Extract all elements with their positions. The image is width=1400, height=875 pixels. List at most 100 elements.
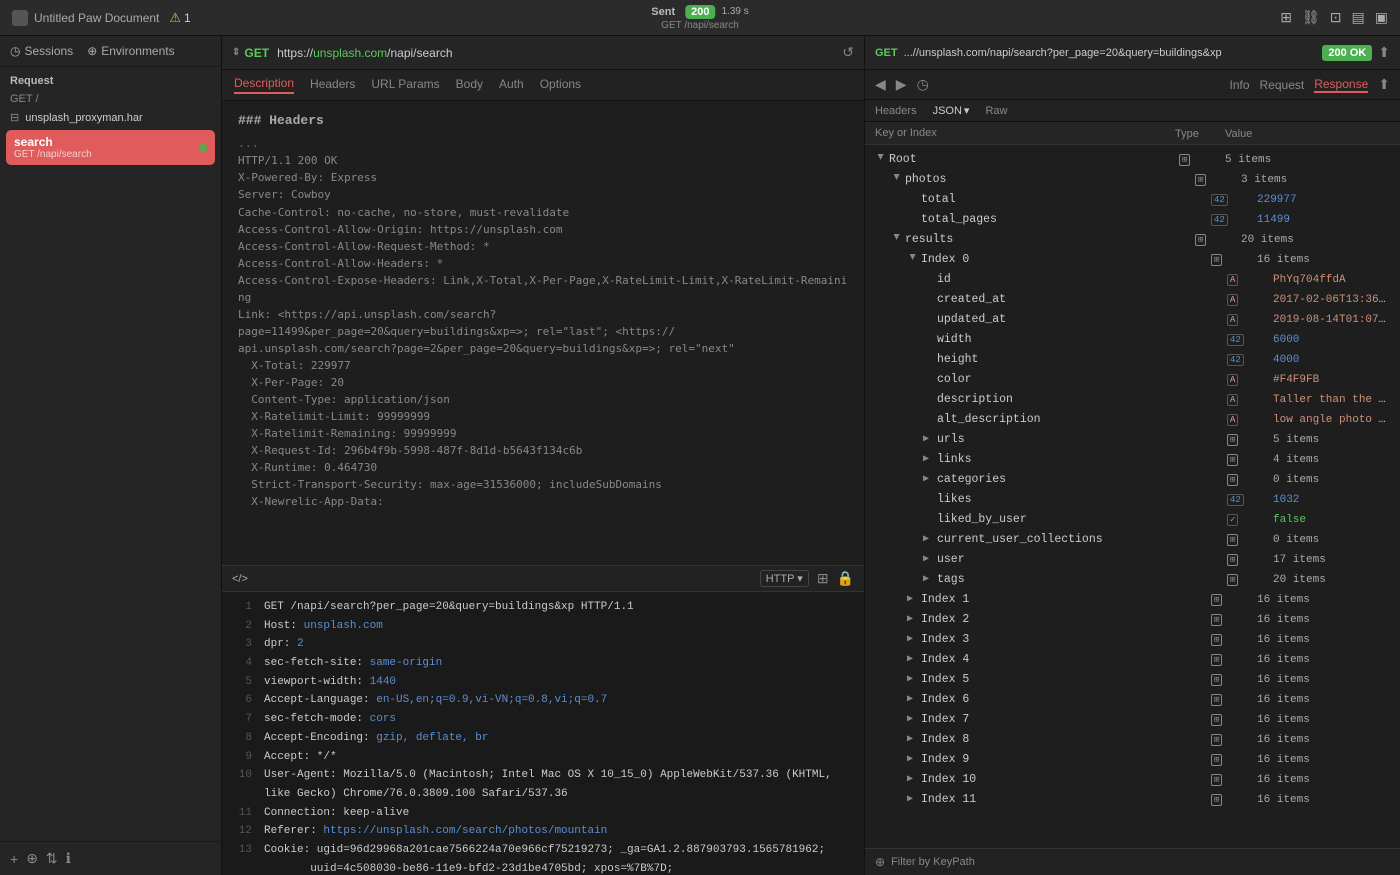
tree-row-total-pages: total_pages 42 11499 (865, 209, 1400, 229)
type-tags: ⊞ (1227, 574, 1238, 586)
type-index4: ⊞ (1211, 654, 1222, 666)
col-header-key: Key or Index (875, 127, 937, 139)
response-export-icon[interactable]: ⬆ (1378, 76, 1390, 93)
tree-row-index4[interactable]: ▶ Index 4 ⊞ 16 items (865, 649, 1400, 669)
val-photos: 3 items (1241, 174, 1287, 186)
tree-row-cuc[interactable]: ▶ current_user_collections ⊞ 0 items (865, 529, 1400, 549)
nav-prev-arrow[interactable]: ◀ (875, 76, 886, 93)
arrow-index0: ▶ (907, 254, 918, 264)
tab-headers[interactable]: Headers (310, 77, 355, 93)
type-urls: ⊞ (1227, 434, 1238, 446)
tree-row-index6[interactable]: ▶ Index 6 ⊞ 16 items (865, 689, 1400, 709)
export-icon[interactable]: ⬆ (1378, 44, 1390, 61)
tree-row-user[interactable]: ▶ user ⊞ 17 items (865, 549, 1400, 569)
sidebar-file-item[interactable]: ⊟ unsplash_proxyman.har (0, 107, 221, 128)
tree-row-index10[interactable]: ▶ Index 10 ⊞ 16 items (865, 769, 1400, 789)
tree-row-index7[interactable]: ▶ Index 7 ⊞ 16 items (865, 709, 1400, 729)
request-content-area: ### Headers ... HTTP/1.1 200 OK X-Powere… (222, 101, 864, 565)
tab-options[interactable]: Options (540, 77, 581, 93)
environments-tab[interactable]: ⊕ Environments (87, 44, 174, 58)
type-user: ⊞ (1227, 554, 1238, 566)
key-index5: Index 5 (921, 673, 969, 686)
panel-left-icon[interactable]: ▤ (1352, 9, 1365, 26)
arrow-index8: ▶ (907, 733, 917, 745)
tree-row-index11[interactable]: ▶ Index 11 ⊞ 16 items (865, 789, 1400, 809)
nav-tab-request[interactable]: Request (1260, 78, 1305, 92)
sub-tab-headers[interactable]: Headers (875, 105, 917, 117)
filter-label[interactable]: Filter by KeyPath (891, 856, 975, 868)
tree-row-index1[interactable]: ▶ Index 1 ⊞ 16 items (865, 589, 1400, 609)
layout-icon[interactable]: ⊡ (1330, 9, 1342, 26)
right-panel: GET ...//unsplash.com/napi/search?per_pa… (865, 36, 1400, 875)
type-index11: ⊞ (1211, 794, 1222, 806)
filter-bar: ⊕ Filter by KeyPath (865, 848, 1400, 875)
add-group-icon[interactable]: ⊕ (26, 850, 38, 867)
sub-tab-raw[interactable]: Raw (985, 105, 1007, 117)
key-urls: urls (937, 433, 965, 446)
tree-row-urls[interactable]: ▶ urls ⊞ 5 items (865, 429, 1400, 449)
tree-row-index0[interactable]: ▶ Index 0 ⊞ 16 items (865, 249, 1400, 269)
val-results: 20 items (1241, 234, 1294, 246)
key-root: Root (889, 153, 917, 166)
sort-icon[interactable]: ⇅ (46, 850, 58, 867)
json-badge[interactable]: JSON ▾ (933, 104, 970, 117)
nav-tab-response[interactable]: Response (1314, 77, 1368, 93)
nav-next-arrow[interactable]: ▶ (896, 76, 907, 93)
arrow-photos: ▶ (891, 174, 902, 184)
refresh-button[interactable]: ↺ (842, 44, 854, 61)
panel-right-icon[interactable]: ▣ (1375, 9, 1388, 26)
tree-row-index2[interactable]: ▶ Index 2 ⊞ 16 items (865, 609, 1400, 629)
key-width: width (937, 333, 972, 346)
list-view-icon[interactable]: ⊞ (1280, 9, 1292, 26)
val-height: 4000 (1273, 354, 1299, 366)
nav-tab-info[interactable]: Info (1230, 78, 1250, 92)
arrow-icon: ⇕ (232, 47, 240, 58)
green-dot-indicator (199, 144, 207, 152)
type-total: 42 (1211, 194, 1228, 206)
tree-row-categories[interactable]: ▶ categories ⊞ 0 items (865, 469, 1400, 489)
share-icon[interactable]: ⊞ (817, 570, 829, 587)
code-line: 2 Host: unsplash.com (232, 617, 854, 636)
right-method-tag: GET (875, 47, 898, 59)
tree-row-updated-at: updated_at A 2019-08-14T01:07:51-04:00 (865, 309, 1400, 329)
environments-icon: ⊕ (87, 44, 97, 58)
headers-body: HTTP/1.1 200 OK X-Powered-By: Express Se… (238, 152, 848, 510)
tree-row-index3[interactable]: ▶ Index 3 ⊞ 16 items (865, 629, 1400, 649)
tree-row-index5[interactable]: ▶ Index 5 ⊞ 16 items (865, 669, 1400, 689)
tree-row-results[interactable]: ▶ results ⊞ 20 items (865, 229, 1400, 249)
tab-description[interactable]: Description (234, 76, 294, 94)
tree-col-headers: Key or Index Type Value (865, 122, 1400, 145)
type-width: 42 (1227, 334, 1244, 346)
tree-row-index8[interactable]: ▶ Index 8 ⊞ 16 items (865, 729, 1400, 749)
type-color: A (1227, 374, 1238, 386)
tab-auth[interactable]: Auth (499, 77, 524, 93)
type-index3: ⊞ (1211, 634, 1222, 646)
title-bar-center: Sent 200 1.39 s GET /napi/search (651, 5, 748, 31)
sidebar-selected-item[interactable]: search GET /napi/search (6, 130, 215, 165)
lock-icon[interactable]: 🔒 (837, 570, 854, 587)
sessions-tab[interactable]: ◷ Sessions (10, 44, 73, 58)
title-url-label: GET /napi/search (661, 20, 739, 31)
arrow-index5: ▶ (907, 673, 917, 685)
tree-row-photos[interactable]: ▶ photos ⊞ 3 items (865, 169, 1400, 189)
key-color: color (937, 373, 972, 386)
tree-row-links[interactable]: ▶ links ⊞ 4 items (865, 449, 1400, 469)
info-icon[interactable]: ℹ (66, 850, 71, 867)
type-photos: ⊞ (1195, 174, 1206, 186)
code-format-icon[interactable]: </> (232, 573, 248, 585)
tree-row-index9[interactable]: ▶ Index 9 ⊞ 16 items (865, 749, 1400, 769)
tree-row-likes: likes 42 1032 (865, 489, 1400, 509)
tab-body[interactable]: Body (456, 77, 483, 93)
tree-row-root[interactable]: ▶ Root ⊞ 5 items (865, 149, 1400, 169)
val-links: 4 items (1273, 454, 1319, 466)
type-height: 42 (1227, 354, 1244, 366)
selected-item-url: GET /napi/search (14, 149, 207, 160)
val-id: PhYq704ffdA (1273, 274, 1346, 286)
add-icon[interactable]: + (10, 851, 18, 867)
key-index2: Index 2 (921, 613, 969, 626)
tree-row-tags[interactable]: ▶ tags ⊞ 20 items (865, 569, 1400, 589)
arrow-index9: ▶ (907, 753, 917, 765)
link-icon[interactable]: ⛓ (1302, 9, 1320, 26)
tree-row-description: description A Taller than the Trees (865, 389, 1400, 409)
tab-url-params[interactable]: URL Params (371, 77, 439, 93)
